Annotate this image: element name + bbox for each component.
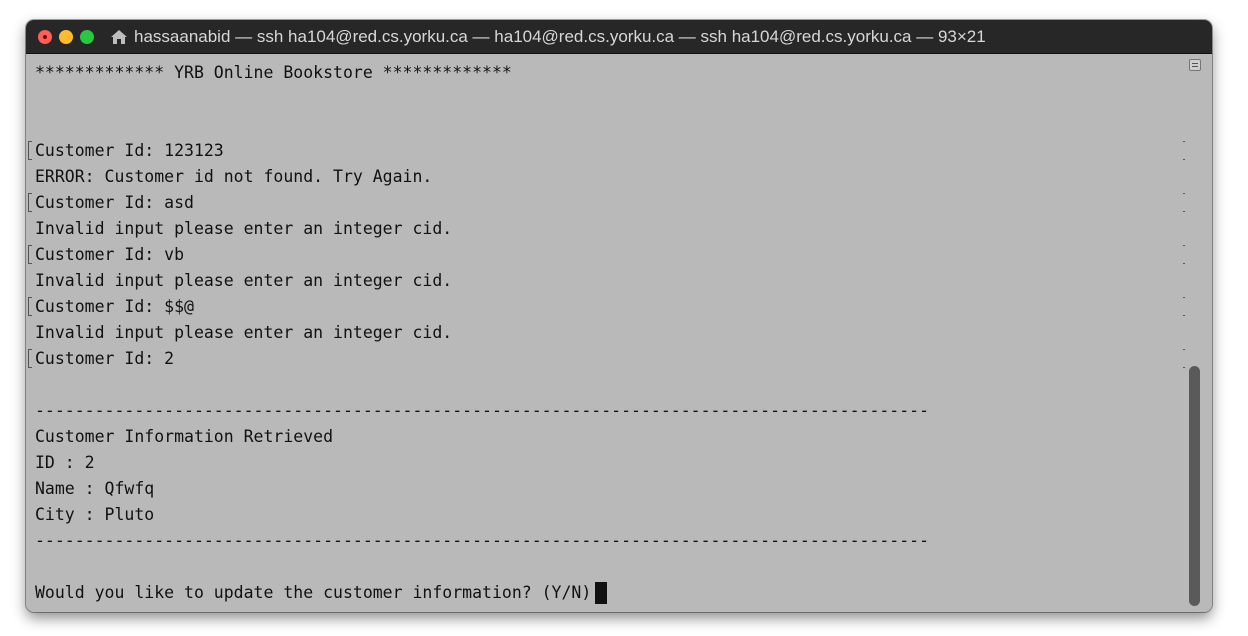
terminal-line: ERROR: Customer id not found. Try Again. — [35, 164, 929, 190]
terminal-content[interactable]: ************* YRB Online Bookstore *****… — [26, 54, 1212, 612]
terminal-line-text: Invalid input please enter an integer ci… — [35, 323, 453, 342]
terminal-line-text: Invalid input please enter an integer ci… — [35, 271, 453, 290]
home-folder-icon — [111, 30, 127, 44]
terminal-line: Name : Qfwfq — [35, 476, 929, 502]
terminal-line-text: Name : Qfwfq — [35, 479, 155, 498]
terminal-line-text: Customer Id: 123123 — [35, 141, 224, 160]
terminal-line: ************* YRB Online Bookstore *****… — [35, 60, 929, 86]
terminal-output: ************* YRB Online Bookstore *****… — [28, 60, 1187, 606]
minimize-button[interactable] — [59, 30, 73, 44]
line-mark-left — [28, 193, 32, 212]
terminal-line-text: ----------------------------------------… — [35, 531, 930, 550]
window-title-group: hassaanabid — ssh ha104@red.cs.yorku.ca … — [110, 20, 986, 54]
terminal-line-text: ERROR: Customer id not found. Try Again. — [35, 167, 433, 186]
line-mark-left — [28, 297, 32, 316]
terminal-line: Invalid input please enter an integer ci… — [35, 216, 929, 242]
text-cursor — [595, 581, 608, 604]
terminal-line: Invalid input please enter an integer ci… — [35, 320, 929, 346]
terminal-line: Customer Id: 2 — [28, 346, 1187, 372]
line-mark-left — [28, 245, 32, 264]
scrollbar-thumb[interactable] — [1189, 366, 1200, 606]
zoom-button[interactable] — [80, 30, 94, 44]
terminal-line-text: Invalid input please enter an integer ci… — [35, 219, 453, 238]
terminal-line-text: City : Pluto — [35, 505, 155, 524]
terminal-line: ----------------------------------------… — [35, 528, 929, 554]
terminal-line: Customer Id: asd — [28, 190, 1187, 216]
terminal-line-text: Customer Information Retrieved — [35, 427, 334, 446]
window-title: hassaanabid — ssh ha104@red.cs.yorku.ca … — [134, 27, 986, 46]
terminal-line: Would you like to update the customer in… — [35, 580, 929, 606]
scroll-menu-icon[interactable] — [1189, 59, 1201, 71]
terminal-line-text: Customer Id: 2 — [35, 349, 175, 368]
terminal-line: ID : 2 — [35, 450, 929, 476]
close-button[interactable] — [38, 30, 52, 44]
line-mark-left — [28, 141, 32, 160]
terminal-line-text: Would you like to update the customer in… — [35, 583, 592, 602]
title-bar[interactable]: hassaanabid — ssh ha104@red.cs.yorku.ca … — [26, 20, 1212, 54]
terminal-window: hassaanabid — ssh ha104@red.cs.yorku.ca … — [26, 20, 1212, 612]
terminal-line: Customer Id: vb — [28, 242, 1187, 268]
terminal-line-text: Customer Id: asd — [35, 193, 194, 212]
terminal-line-text: ID : 2 — [35, 453, 95, 472]
line-mark-left — [28, 349, 32, 368]
terminal-line-text: ************* YRB Online Bookstore *****… — [35, 63, 512, 82]
terminal-line-text: ----------------------------------------… — [35, 401, 930, 420]
terminal-line: Customer Id: $$@ — [28, 294, 1187, 320]
terminal-line: City : Pluto — [35, 502, 929, 528]
terminal-line: Customer Information Retrieved — [35, 424, 929, 450]
terminal-line-text: Customer Id: $$@ — [35, 297, 194, 316]
terminal-line: Invalid input please enter an integer ci… — [35, 268, 929, 294]
terminal-line-text: Customer Id: vb — [35, 245, 185, 264]
terminal-line: Customer Id: 123123 — [28, 138, 1187, 164]
terminal-line: ----------------------------------------… — [35, 398, 929, 424]
